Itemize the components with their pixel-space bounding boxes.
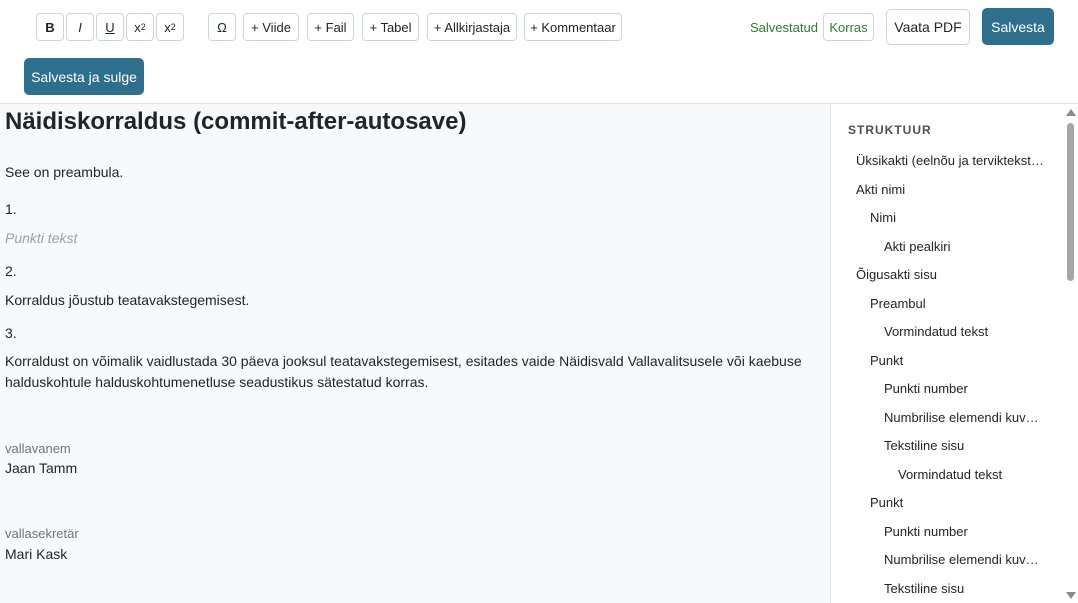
structure-panel-title: STRUKTUUR: [848, 123, 932, 137]
point-number: 3.: [5, 325, 17, 341]
signer-role: vallasekretär: [5, 526, 79, 541]
scroll-down-arrow-icon[interactable]: [1066, 592, 1076, 599]
save-and-close-button[interactable]: Salvesta ja sulge: [24, 58, 144, 95]
point-text[interactable]: Korraldust on võimalik vaidlustada 30 pä…: [5, 351, 805, 393]
editor-toolbar: B I U x2 x2 Ω + Viide + Fail + Tabel + A…: [0, 0, 1078, 104]
scroll-up-arrow-icon[interactable]: [1066, 109, 1076, 116]
structure-scrollbar[interactable]: [1063, 104, 1078, 603]
tree-item[interactable]: Punkti number: [884, 381, 1056, 396]
structure-panel: STRUKTUUR Üksikakti (eelnõu ja terviktek…: [830, 104, 1078, 603]
preamble-text[interactable]: See on preambula.: [5, 164, 123, 180]
tree-item[interactable]: Numbrilise elemendi kuv…: [884, 552, 1056, 567]
superscript-mark: 2: [140, 22, 146, 32]
tree-item[interactable]: Tekstiline sisu: [884, 581, 1056, 596]
add-reference-button[interactable]: + Viide: [243, 13, 299, 41]
underline-button[interactable]: U: [96, 13, 124, 41]
add-file-button[interactable]: + Fail: [307, 13, 354, 41]
tree-item[interactable]: Akti nimi: [856, 182, 1056, 197]
validation-status-badge: Korras: [823, 13, 874, 41]
tree-item[interactable]: Üksikakti (eelnõu ja terviktekst…: [856, 153, 1056, 168]
add-comment-button[interactable]: + Kommentaar: [524, 13, 622, 41]
view-pdf-button[interactable]: Vaata PDF: [886, 9, 970, 45]
point-text[interactable]: Korraldus jõustub teatavakstegemisest.: [5, 292, 249, 308]
scrollbar-thumb[interactable]: [1067, 123, 1074, 281]
tree-item[interactable]: Nimi: [870, 210, 1056, 225]
signer-role: vallavanem: [5, 441, 71, 456]
superscript-button[interactable]: x2: [126, 13, 154, 41]
bold-button[interactable]: B: [36, 13, 64, 41]
tree-item[interactable]: Numbrilise elemendi kuv…: [884, 410, 1056, 425]
tree-item[interactable]: Punkt: [870, 353, 1056, 368]
document-editor[interactable]: Näidiskorraldus (commit-after-autosave) …: [0, 104, 830, 603]
special-character-button[interactable]: Ω: [208, 13, 236, 41]
tree-item[interactable]: Vormindatud tekst: [884, 324, 1056, 339]
document-title[interactable]: Näidiskorraldus (commit-after-autosave): [5, 108, 466, 136]
save-button[interactable]: Salvesta: [982, 8, 1054, 45]
tree-item[interactable]: Punkti number: [884, 524, 1056, 539]
point-number: 2.: [5, 263, 17, 279]
tree-item[interactable]: Preambul: [870, 296, 1056, 311]
point-text-placeholder[interactable]: Punkti tekst: [5, 230, 77, 246]
add-table-button[interactable]: + Tabel: [362, 13, 419, 41]
tree-item[interactable]: Tekstiline sisu: [884, 438, 1056, 453]
tree-item[interactable]: Akti pealkiri: [884, 239, 1056, 254]
signer-name[interactable]: Mari Kask: [5, 546, 67, 562]
point-number: 1.: [5, 201, 17, 217]
subscript-button[interactable]: x2: [156, 13, 184, 41]
signer-name[interactable]: Jaan Tamm: [5, 460, 77, 476]
tree-item[interactable]: Punkt: [870, 495, 1056, 510]
tree-item[interactable]: Õigusakti sisu: [856, 267, 1056, 282]
save-status-text: Salvestatud: [750, 20, 818, 35]
subscript-mark: 2: [170, 22, 176, 32]
italic-button[interactable]: I: [66, 13, 94, 41]
tree-item[interactable]: Vormindatud tekst: [898, 467, 1056, 482]
add-signer-button[interactable]: + Allkirjastaja: [427, 13, 517, 41]
